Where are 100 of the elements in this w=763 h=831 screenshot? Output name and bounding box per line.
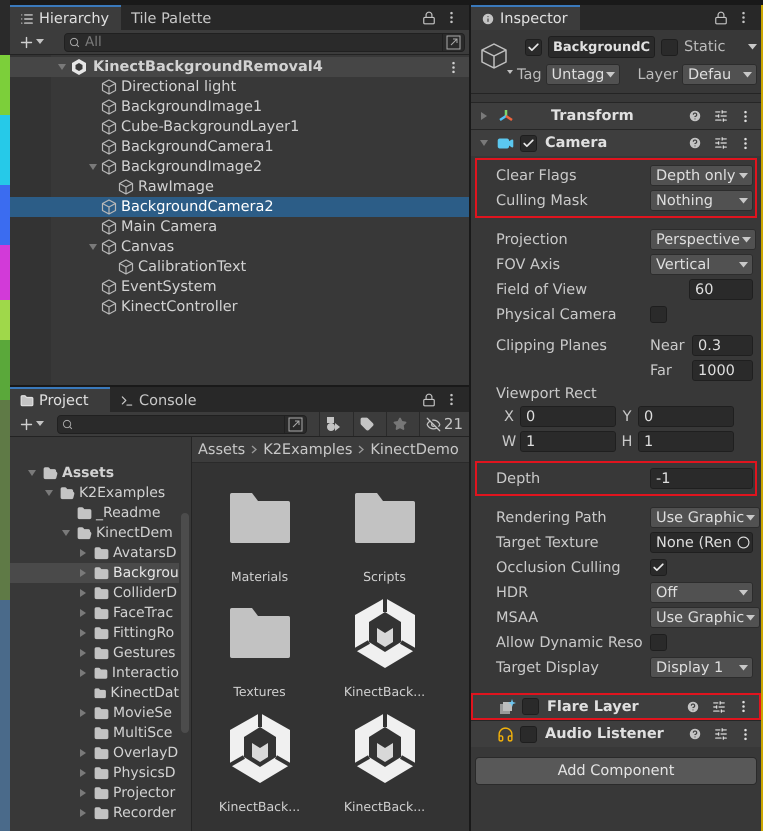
collapsed-arrow-icon[interactable] xyxy=(78,768,88,778)
expand-button[interactable] xyxy=(284,414,307,434)
breadcrumb-link[interactable]: K2Examples xyxy=(263,442,352,458)
hierarchy-item[interactable]: KinectController xyxy=(10,297,469,317)
component-header[interactable]: Camera xyxy=(471,129,761,156)
hierarchy-item[interactable]: BackgroundImage2 xyxy=(10,157,469,177)
search-field[interactable] xyxy=(56,414,285,434)
hierarchy-item[interactable]: BackgroundCamera1 xyxy=(10,137,469,157)
object-field[interactable]: None (Ren xyxy=(650,532,753,553)
folder-item[interactable]: ColliderD xyxy=(10,583,179,603)
lock-icon[interactable] xyxy=(714,10,728,24)
collapsed-arrow-icon[interactable] xyxy=(479,111,489,121)
component-header[interactable]: Transform xyxy=(471,102,761,129)
help-icon[interactable] xyxy=(688,109,702,123)
dropdown[interactable]: Use Graphic xyxy=(650,507,760,528)
folder-item[interactable]: Assets xyxy=(10,463,179,483)
hierarchy-item[interactable]: EventSystem xyxy=(10,277,469,297)
collapsed-arrow-icon[interactable] xyxy=(78,708,88,718)
collapsed-arrow-icon[interactable] xyxy=(78,748,88,758)
static-checkbox[interactable] xyxy=(661,38,678,56)
expanded-arrow-icon[interactable] xyxy=(44,488,54,498)
folder-item[interactable]: Recorder xyxy=(10,803,179,823)
help-icon[interactable] xyxy=(688,136,702,150)
folder-item[interactable]: _Readme xyxy=(10,503,179,523)
help-icon[interactable] xyxy=(686,700,700,714)
layer-dropdown[interactable]: Defau xyxy=(682,64,757,85)
hierarchy-item[interactable]: Directional light xyxy=(10,77,469,97)
enable-checkbox[interactable] xyxy=(520,134,537,152)
collapsed-arrow-icon[interactable] xyxy=(78,788,88,798)
lock-icon[interactable] xyxy=(422,10,436,24)
number-field[interactable]: -1 xyxy=(650,468,753,489)
dropdown[interactable]: Nothing xyxy=(650,190,753,211)
folder-item[interactable]: OverlayD xyxy=(10,743,179,763)
folder-item[interactable]: KinectDat xyxy=(10,683,179,703)
dropdown[interactable]: Display 1 xyxy=(650,657,753,678)
collapsed-arrow-icon[interactable] xyxy=(78,668,88,678)
asset-item[interactable]: Textures xyxy=(197,598,322,699)
hidden-packages-button[interactable]: 21 xyxy=(418,412,469,436)
collapsed-arrow-icon[interactable] xyxy=(78,548,88,558)
asset-item[interactable]: KinectBack... xyxy=(322,598,447,699)
search-field[interactable]: All xyxy=(64,32,443,52)
number-field[interactable]: 1 xyxy=(638,431,734,452)
hierarchy-item[interactable]: Canvas xyxy=(10,237,469,257)
enable-checkbox[interactable] xyxy=(520,726,537,742)
breadcrumb-link[interactable]: KinectDemo xyxy=(370,442,459,458)
checkbox[interactable] xyxy=(650,306,667,323)
hierarchy-item[interactable]: RawImage xyxy=(10,177,469,197)
panel-tab[interactable]: Inspector xyxy=(471,5,580,30)
number-field[interactable]: 1 xyxy=(520,431,616,452)
hierarchy-item[interactable]: BackgroundImage1 xyxy=(10,97,469,117)
expanded-arrow-icon[interactable] xyxy=(88,162,98,172)
active-checkbox[interactable] xyxy=(525,38,542,56)
number-field[interactable]: 0 xyxy=(520,406,616,427)
hierarchy-item[interactable]: Cube-BackgroundLayer1 xyxy=(10,117,469,137)
dropdown[interactable]: Vertical xyxy=(650,254,753,275)
help-icon[interactable] xyxy=(688,727,702,741)
expanded-arrow-icon[interactable] xyxy=(88,242,98,252)
dropdown[interactable]: Off xyxy=(650,582,753,603)
enable-checkbox[interactable] xyxy=(522,698,539,715)
expand-button[interactable] xyxy=(443,32,465,52)
presets-icon[interactable] xyxy=(714,727,728,741)
component-header[interactable]: Flare Layer xyxy=(471,693,761,720)
dropdown[interactable]: Use Graphic xyxy=(650,607,760,628)
folder-item[interactable]: Interactio xyxy=(10,663,179,683)
asset-item[interactable]: KinectBack... xyxy=(197,713,322,814)
folder-item[interactable]: FittingRo xyxy=(10,623,179,643)
collapsed-arrow-icon[interactable] xyxy=(78,608,88,618)
hierarchy-item[interactable]: Main Camera xyxy=(10,217,469,237)
asset-item[interactable]: Materials xyxy=(197,483,322,584)
number-field[interactable]: 60 xyxy=(689,279,753,300)
hierarchy-item[interactable]: BackgroundCamera2 xyxy=(10,197,469,217)
folder-item[interactable]: MultiSce xyxy=(10,723,179,743)
folder-item[interactable]: PhysicsD xyxy=(10,763,179,783)
presets-icon[interactable] xyxy=(712,700,726,714)
dropdown[interactable]: Depth only xyxy=(650,165,753,186)
folder-item[interactable]: KinectDem xyxy=(10,523,179,543)
expanded-arrow-icon[interactable] xyxy=(61,528,71,538)
breadcrumb-link[interactable]: Assets xyxy=(198,442,246,458)
expanded-arrow-icon[interactable] xyxy=(479,138,489,148)
tag-dropdown[interactable]: Untagg xyxy=(546,64,620,85)
expanded-arrow-icon[interactable] xyxy=(27,468,37,478)
panel-tab[interactable]: Project xyxy=(10,387,110,412)
hierarchy-item[interactable]: CalibrationText xyxy=(10,257,469,277)
cube-icon[interactable] xyxy=(479,42,513,76)
lock-icon[interactable] xyxy=(422,392,436,406)
panel-tab[interactable]: Tile Palette xyxy=(121,5,224,30)
folder-item[interactable]: AvatarsD xyxy=(10,543,179,563)
presets-icon[interactable] xyxy=(714,136,728,150)
folder-item[interactable]: FaceTrac xyxy=(10,603,179,623)
number-field[interactable]: 0 xyxy=(638,406,734,427)
checkbox[interactable] xyxy=(650,634,667,651)
name-field[interactable]: BackgroundC xyxy=(548,36,656,58)
collapsed-arrow-icon[interactable] xyxy=(78,588,88,598)
component-header[interactable]: Audio Listener xyxy=(471,720,761,747)
dropdown[interactable]: Perspective xyxy=(650,229,756,250)
folder-item[interactable]: MovieSe xyxy=(10,703,179,723)
number-field[interactable]: 0.3 xyxy=(692,335,753,356)
asset-item[interactable]: KinectBack... xyxy=(322,713,447,814)
folder-item[interactable]: Projector xyxy=(10,783,179,803)
asset-item[interactable]: Scripts xyxy=(322,483,447,584)
